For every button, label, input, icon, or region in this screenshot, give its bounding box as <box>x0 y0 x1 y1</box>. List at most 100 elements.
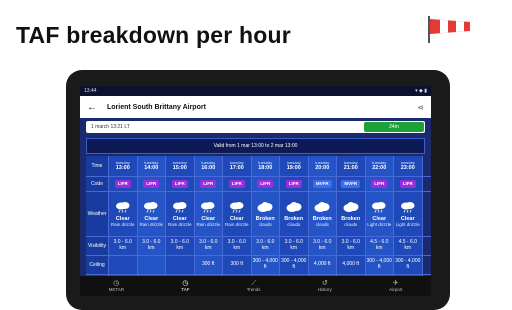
code-label: Code <box>86 177 109 191</box>
time-value: 16:00 <box>201 165 216 172</box>
code-cell: LIFR <box>109 177 138 191</box>
time-value: 17:00 <box>229 165 244 172</box>
trend-icon: ⟋ <box>251 280 257 287</box>
ceiling-unit: ft <box>406 264 410 270</box>
weather-cell: Clear Rain drizzle <box>137 192 166 236</box>
nav-item-trends[interactable]: ⟋ Trends <box>247 280 261 292</box>
flight-category-badge: LIFR <box>399 180 416 188</box>
weather-cell: Broken clouds <box>251 192 280 236</box>
taf-table[interactable]: Time tuesday 13:00 tuesday 14:00 tuesday 15:0… <box>86 156 431 288</box>
flight-category-badge: LIFR <box>143 180 160 188</box>
nav-item-history[interactable]: ↺ History <box>318 280 332 292</box>
issue-date: 1 march 13:21 LT <box>91 124 130 130</box>
weather-cell: Broken clouds <box>337 192 366 236</box>
weather-cell: Clear Rain drizzle <box>194 192 223 236</box>
weather-cell: Broken clouds <box>280 192 309 236</box>
weather-detail: clouds <box>344 221 358 227</box>
flight-category-badge: LIFR <box>371 180 388 188</box>
visibility-unit: km <box>290 245 298 251</box>
code-cell: LIFR <box>223 177 252 191</box>
visibility-unit: km <box>204 245 212 251</box>
code-cell: LIFR <box>365 177 394 191</box>
time-day: tuesday <box>144 159 159 165</box>
visibility-cell: 3.0 - 6.0 km <box>223 237 252 255</box>
arrow-left-icon[interactable]: ← <box>87 102 97 113</box>
weather-cell: Clear Light drizzle <box>394 192 423 236</box>
ceiling-cell: 300 - 4,000 ft <box>280 256 309 274</box>
weather-cell: Clear Light drizzle <box>365 192 394 236</box>
time-cell: tuesday 21:00 <box>337 156 366 176</box>
time-day: tuesday <box>229 159 244 165</box>
rain-cloud-icon <box>370 201 388 216</box>
time-value: 21:00 <box>343 165 358 172</box>
time-cell: tuesday 18:00 <box>251 156 280 176</box>
weather-detail: Light drizzle <box>395 221 420 227</box>
visibility-unit: km <box>404 245 412 251</box>
rain-cloud-icon <box>171 201 189 216</box>
code-cell: MVFR <box>337 177 366 191</box>
airport-icon: ✈ <box>392 280 399 287</box>
flight-category-badge: LIFR <box>285 180 302 188</box>
weather-detail: clouds <box>258 221 272 227</box>
time-value: 13:00 <box>115 165 130 172</box>
weather-detail: Rain drizzle <box>139 221 163 227</box>
visibility-unit: km <box>347 245 355 251</box>
ceiling-cell <box>109 256 138 274</box>
app-screen: 13:44 ▾ ◆ ▮ ← Lorient South Brittany Air… <box>80 86 431 296</box>
flight-category-badge: LIFR <box>228 180 245 188</box>
time-cell: tuesday 13:00 <box>109 156 138 176</box>
rain-cloud-icon <box>114 201 132 216</box>
weather-cell: Broken clouds <box>308 192 337 236</box>
flight-category-badge: LIFR <box>257 180 274 188</box>
visibility-row: Visibility 3.0 - 6.0 km 3.0 - 6.0 km 3.0 - 6… <box>86 237 431 256</box>
weather-detail: clouds <box>287 221 301 227</box>
time-value: 14:00 <box>144 165 159 172</box>
flight-category-badge: MVFR <box>312 180 332 188</box>
history-icon: ↺ <box>321 280 328 287</box>
time-day: tuesday <box>172 159 187 165</box>
code-cell: MVFR <box>308 177 337 191</box>
time-day: tuesday <box>115 159 130 165</box>
cloud-icon <box>313 201 331 216</box>
time-day: tuesday <box>372 159 387 165</box>
visibility-cell: 3.0 - 6.0 km <box>194 237 223 255</box>
app-bar: ← Lorient South Brittany Airport ⋖ <box>80 96 431 118</box>
ceiling-value: 4,000 ft <box>342 261 360 268</box>
ceiling-cell: 300 - 4,000 ft <box>365 256 394 274</box>
nav-item-airport[interactable]: ✈ Airport <box>389 280 402 292</box>
time-day: tuesday <box>400 159 415 165</box>
visibility-cell: 4.5 - 6.0 km <box>394 237 423 255</box>
weather-label: Weather <box>86 192 109 236</box>
ceiling-cell: 4,000 ft <box>337 256 366 274</box>
airport-title: Lorient South Brittany Airport <box>107 103 206 111</box>
visibility-cell: 3.0 - 6.0 km <box>308 237 337 255</box>
code-row: Code LIFR LIFR LIFR LIFR LIFR LIFR LIFR MVFR MVF… <box>86 177 431 192</box>
weather-cell: Clear Rain drizzle <box>223 192 252 236</box>
cloud-icon <box>256 201 274 216</box>
ceiling-unit: ft <box>263 264 267 270</box>
weather-cell: Clear Rain drizzle <box>166 192 195 236</box>
time-day: tuesday <box>343 159 358 165</box>
visibility-unit: km <box>233 245 241 251</box>
windsock-icon <box>428 16 470 43</box>
cloud-icon <box>285 201 303 216</box>
visibility-unit: km <box>375 245 383 251</box>
clock-icon: ◷ <box>113 280 120 287</box>
share-icon[interactable]: ⋖ <box>417 103 424 112</box>
time-value: 15:00 <box>172 165 187 172</box>
visibility-label: Visibility <box>86 237 109 255</box>
visibility-cell: 3.0 - 6.0 km <box>109 237 138 255</box>
ceiling-value: 300 ft <box>230 261 243 268</box>
code-cell: LIFR <box>194 177 223 191</box>
bottom-navigation: ◷ METAR ◷ TAF ⟋ Trends ↺ History ✈ Airport <box>80 276 431 296</box>
nav-item-taf[interactable]: ◷ TAF <box>181 280 189 292</box>
rain-cloud-icon <box>142 201 160 216</box>
ceiling-row: Ceiling 300 ft 300 ft 300 - 4,000 ft 300 - 4… <box>86 256 431 275</box>
ceiling-value: 300 ft <box>201 261 215 268</box>
time-value: 19:00 <box>286 165 301 172</box>
weather-detail: Rain drizzle <box>167 221 192 227</box>
page-headline: TAF breakdown per hour <box>16 22 291 48</box>
time-cell: tuesday 19:00 <box>280 156 309 176</box>
time-day: tuesday <box>201 159 216 165</box>
nav-item-metar[interactable]: ◷ METAR <box>109 280 124 292</box>
